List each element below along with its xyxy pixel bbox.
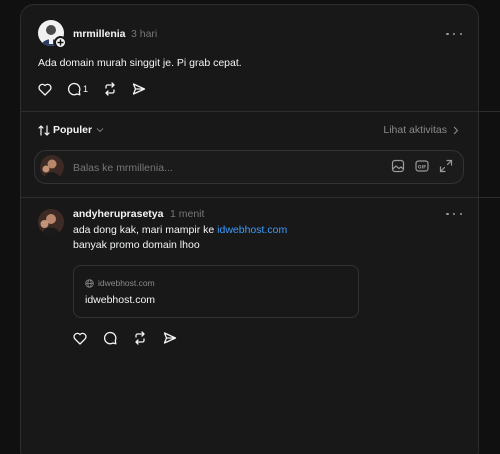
activity-label: Lihat aktivitas bbox=[383, 124, 447, 136]
preview-domain-text: idwebhost.com bbox=[98, 278, 155, 288]
preview-title: idwebhost.com bbox=[85, 294, 156, 306]
heart-icon bbox=[38, 83, 52, 96]
reply-count: 1 bbox=[83, 84, 89, 94]
gif-icon[interactable]: GIF bbox=[415, 159, 429, 178]
sort-icon bbox=[38, 124, 50, 136]
reply-link[interactable]: idwebhost.com bbox=[217, 224, 287, 236]
globe-icon bbox=[85, 278, 94, 288]
reply-text: ada dong kak, mari mampir ke bbox=[73, 224, 218, 236]
reply-time: 1 menit bbox=[170, 208, 205, 220]
reply-placeholder[interactable]: Balas ke mrmillenia... bbox=[73, 162, 173, 174]
comment-button[interactable]: 1 bbox=[67, 81, 88, 97]
chevron-right-icon bbox=[453, 126, 459, 134]
expand-icon[interactable] bbox=[439, 159, 453, 178]
avatar-image bbox=[38, 209, 64, 235]
current-user-avatar bbox=[40, 155, 64, 179]
reply-username[interactable]: andyheruprasetya bbox=[73, 208, 163, 220]
send-icon bbox=[163, 332, 177, 344]
sort-dropdown[interactable]: Populer bbox=[38, 124, 104, 136]
post-time: 3 hari bbox=[131, 28, 158, 40]
view-activity-link[interactable]: Lihat aktivitas bbox=[383, 124, 459, 136]
post-author-avatar[interactable] bbox=[38, 20, 67, 49]
reply-actions bbox=[73, 330, 192, 346]
reply-author-avatar[interactable] bbox=[38, 209, 64, 235]
sort-label: Populer bbox=[53, 124, 93, 136]
like-button[interactable] bbox=[73, 330, 87, 346]
reply-tools: GIF bbox=[381, 159, 453, 178]
post-username[interactable]: mrmillenia bbox=[73, 28, 126, 40]
repost-button[interactable] bbox=[103, 81, 117, 97]
post-text: Ada domain murah singgit je. Pi grab cep… bbox=[38, 57, 242, 69]
reply-more-icon[interactable] bbox=[446, 208, 462, 220]
link-preview-card[interactable]: idwebhost.com idwebhost.com bbox=[73, 265, 359, 318]
repost-icon bbox=[135, 331, 145, 345]
post-actions: 1 bbox=[38, 81, 161, 97]
comment-icon bbox=[103, 331, 117, 345]
follow-plus-icon[interactable] bbox=[54, 36, 67, 49]
comment-icon bbox=[67, 82, 81, 96]
heart-icon bbox=[73, 332, 87, 345]
svg-text:GIF: GIF bbox=[418, 164, 426, 170]
repost-button[interactable] bbox=[133, 330, 147, 346]
send-icon bbox=[132, 83, 146, 95]
reply-text-line2: banyak promo domain lhoo bbox=[73, 239, 200, 251]
image-icon[interactable] bbox=[391, 159, 405, 178]
repost-icon bbox=[105, 82, 115, 96]
reply-input-box[interactable]: Balas ke mrmillenia... GIF bbox=[34, 150, 464, 184]
preview-domain: idwebhost.com bbox=[85, 278, 155, 288]
post-more-icon[interactable] bbox=[446, 28, 462, 40]
like-button[interactable] bbox=[38, 81, 52, 97]
comment-button[interactable] bbox=[103, 330, 117, 346]
share-button[interactable] bbox=[163, 330, 177, 346]
divider bbox=[20, 197, 500, 198]
chevron-down-icon bbox=[96, 128, 104, 133]
share-button[interactable] bbox=[132, 81, 146, 97]
reply-text-line1: ada dong kak, mari mampir ke idwebhost.c… bbox=[73, 223, 287, 238]
divider bbox=[20, 111, 500, 112]
